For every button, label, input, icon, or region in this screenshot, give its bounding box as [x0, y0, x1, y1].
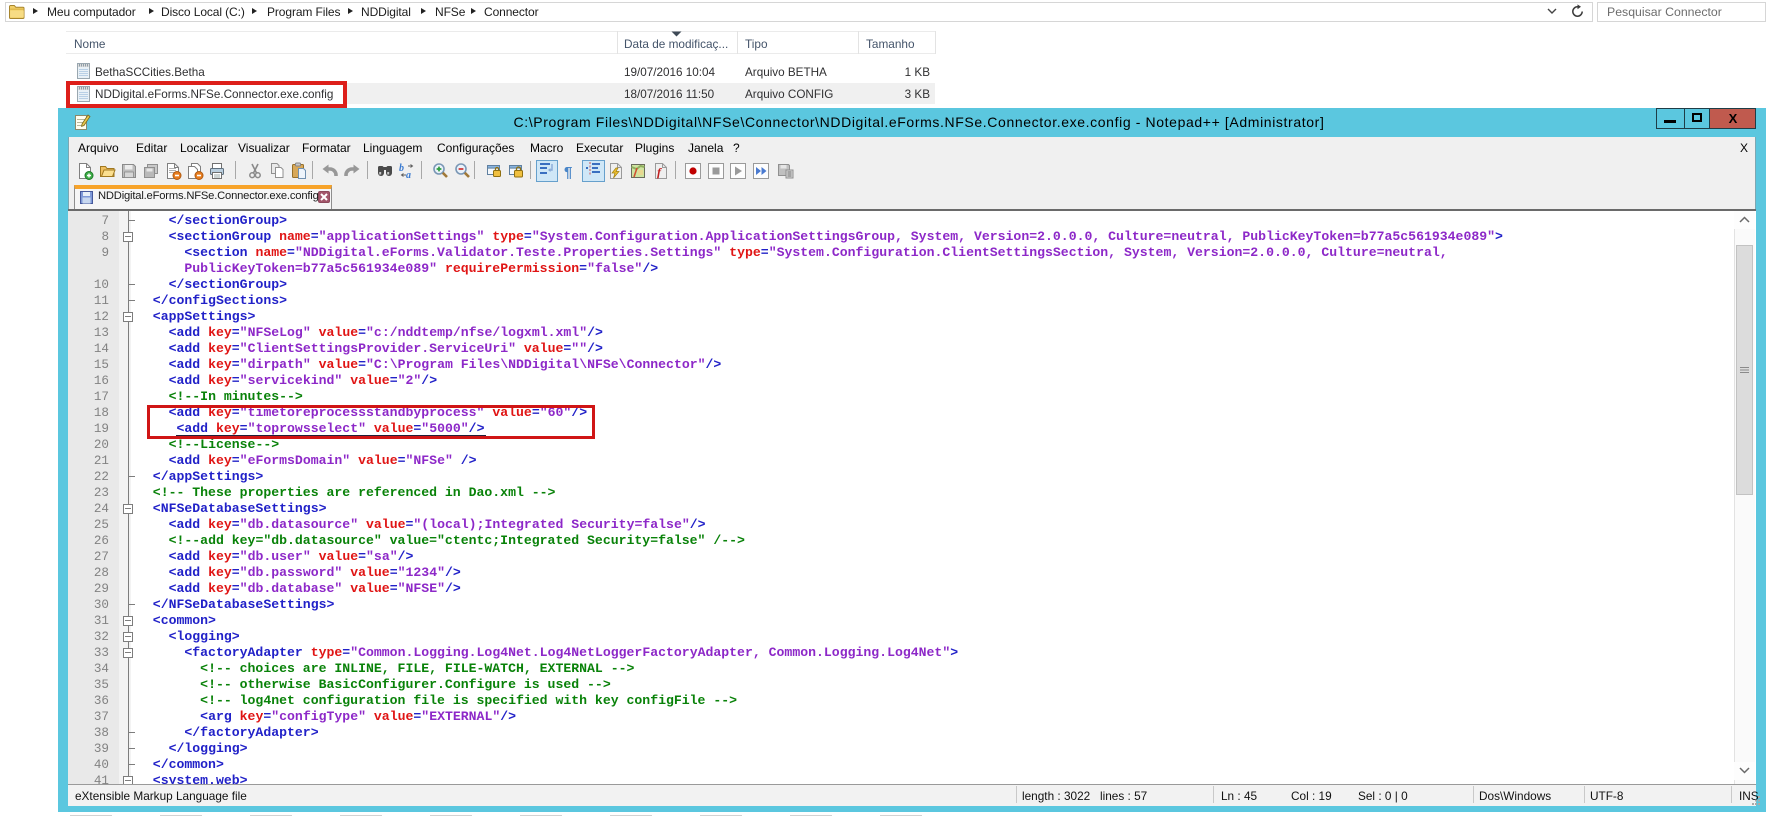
svg-text:a: a: [406, 170, 411, 180]
svg-text:b: b: [399, 163, 404, 174]
svg-text:¶: ¶: [564, 164, 572, 180]
